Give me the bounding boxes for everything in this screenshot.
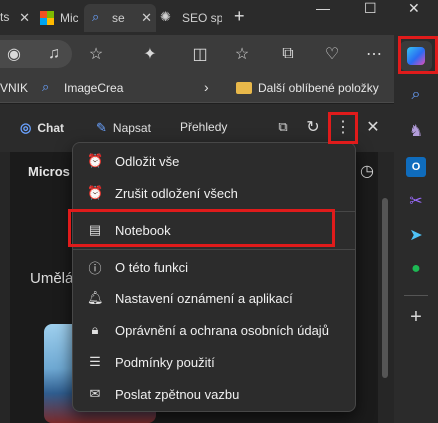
chat-icon: ◎ [20, 120, 32, 135]
tab-previous[interactable]: ts ✕ [0, 4, 38, 32]
history-icon[interactable]: ◷ [358, 162, 376, 180]
tab-microsoft-start[interactable]: Microsoft Start [38, 4, 78, 32]
tools-icon[interactable]: ✂ [406, 191, 426, 211]
tab-previous-label: ts [0, 10, 10, 24]
compose-icon: ✎ [96, 120, 107, 135]
health-icon[interactable]: ♡ [322, 44, 342, 64]
favorites-bar: VNIK ⌕ ImageCrea › Další oblíbené položk… [0, 73, 394, 103]
close-icon[interactable]: ✕ [364, 118, 382, 136]
search-icon[interactable]: ⌕ [406, 85, 426, 105]
search-icon: ⌕ [42, 79, 50, 94]
menu-item-feedback[interactable]: ✉ Poslat zpětnou vazbu [73, 380, 355, 408]
new-tab-button[interactable]: + [234, 6, 245, 27]
divider [404, 295, 428, 296]
scrollbar[interactable] [382, 198, 388, 378]
tab-label: se [112, 11, 125, 25]
star-icon[interactable]: ☆ [86, 44, 106, 64]
favorites-folder[interactable]: Další oblíbené položky [258, 81, 379, 95]
close-window-button[interactable]: ✕ [408, 0, 420, 17]
menu-item-label: Nastavení oznámení a aplikací [115, 290, 293, 306]
menu-item-label: Poslat zpětnou vazbu [115, 386, 240, 402]
content-heading: Umělá [30, 270, 74, 287]
refresh-icon[interactable]: ↻ [304, 118, 322, 136]
lock-icon: 🔒︎ [91, 322, 99, 337]
menu-divider [73, 249, 355, 250]
snooze-icon: ⏰ [87, 153, 104, 168]
chess-icon[interactable]: ♞ [406, 121, 426, 141]
more-options-menu: ⏰ Odložit vše ⏰ Zrušit odložení všech ▤ … [72, 142, 356, 412]
menu-item-terms[interactable]: ☰ Podmínky použití [73, 348, 355, 376]
tab-compose-label: Napsat [112, 121, 151, 135]
tab-bar: ts ✕ Microsoft Start ⌕ se ✕ ✺ SEO sp + —… [0, 0, 438, 35]
headphones-icon: ♫ [48, 45, 60, 62]
close-icon[interactable]: ✕ [141, 10, 152, 26]
menu-item-label: O této funkci [115, 259, 188, 275]
more-icon[interactable]: ⋯ [364, 44, 384, 64]
tab-label: Microsoft Start [60, 11, 78, 25]
search-icon: ⌕ [92, 9, 100, 24]
tracking-prevention-pill[interactable]: ◉ ♫ [0, 40, 72, 68]
microsoft-icon [40, 11, 54, 25]
toolbar: ◉ ♫ ☆ ✦ ◫ ☆ ⧉ ♡ ⋯ [0, 35, 394, 73]
tab-insights-label: Přehledy [180, 120, 228, 134]
spotify-icon[interactable]: ● [406, 259, 426, 279]
menu-item-label: Zrušit odložení všech [115, 185, 238, 201]
menu-item-label: Oprávnění a ochrana osobních údajů [115, 322, 329, 338]
close-icon[interactable]: ✕ [19, 10, 30, 26]
highlight-copilot [398, 36, 438, 74]
menu-item-notification-settings[interactable]: 🔔︎ Nastavení oznámení a aplikací [73, 284, 355, 312]
minimize-button[interactable]: — [316, 0, 330, 16]
menu-item-label: Podmínky použití [115, 354, 215, 370]
menu-item-label: Odložit vše [115, 153, 180, 169]
send-icon[interactable]: ➤ [406, 225, 426, 245]
maximize-button[interactable]: ☐ [364, 0, 377, 17]
feedback-icon: ✉ [89, 386, 101, 401]
menu-item-snooze-all[interactable]: ⏰ Odložit vše [73, 147, 355, 175]
chatgpt-icon: ✺ [160, 9, 171, 24]
open-in-new-icon[interactable]: ⧉ [274, 118, 292, 136]
tab-chat[interactable]: ◎ Chat [20, 120, 64, 136]
edge-sidebar: ⌕ ♞ O ✂ ➤ ● + [394, 35, 438, 423]
add-icon[interactable]: + [406, 306, 426, 328]
outlook-icon[interactable]: O [406, 157, 426, 177]
favorite-item[interactable]: VNIK [0, 81, 28, 95]
content-title: Micros [28, 164, 70, 179]
split-screen-icon[interactable]: ◫ [190, 44, 210, 64]
collections-icon[interactable]: ⧉ [278, 44, 298, 64]
highlight-notebook [68, 209, 335, 247]
list-icon: ☰ [89, 354, 101, 369]
bell-icon: 🔔︎ [87, 290, 104, 305]
tab-chat-label: Chat [37, 121, 65, 135]
unsnooze-icon: ⏰ [87, 185, 104, 200]
tab-label: SEO sp [182, 11, 222, 25]
menu-item-about[interactable]: ⓘ O této funkci [73, 253, 355, 281]
eye-off-icon: ◉ [7, 46, 21, 63]
tab-seo[interactable]: ✺ SEO sp [158, 4, 228, 32]
extensions-icon[interactable]: ✦ [140, 44, 160, 64]
favorites-icon[interactable]: ☆ [232, 44, 252, 64]
chevron-right-icon[interactable]: › [204, 79, 209, 95]
folder-icon [236, 82, 252, 94]
info-icon: ⓘ [88, 260, 102, 276]
menu-item-privacy[interactable]: 🔒︎ Oprávnění a ochrana osobních údajů [73, 316, 355, 344]
tab-search[interactable]: ⌕ se ✕ [84, 4, 156, 32]
favorite-item[interactable]: ImageCrea [64, 81, 123, 95]
highlight-more-options [328, 112, 358, 144]
tab-compose[interactable]: ✎ Napsat [96, 120, 151, 136]
menu-item-unsnooze-all[interactable]: ⏰ Zrušit odložení všech [73, 179, 355, 207]
tab-insights[interactable]: Přehledy [180, 120, 227, 134]
